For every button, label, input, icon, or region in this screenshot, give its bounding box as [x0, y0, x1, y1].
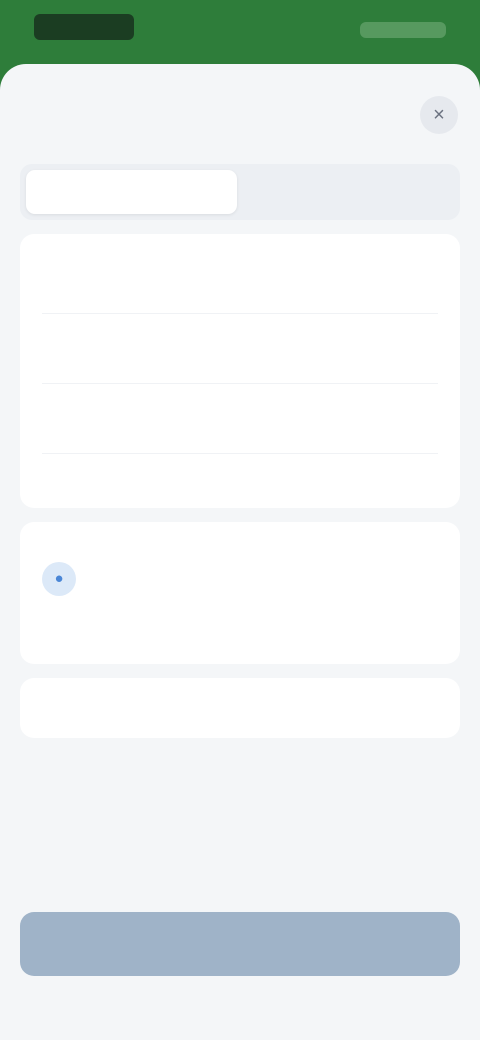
detail-row[interactable] — [42, 384, 438, 454]
footer-row[interactable] — [20, 678, 460, 738]
contacts-card: ● — [20, 522, 460, 664]
sheet-header: × — [0, 64, 480, 164]
contact-item[interactable]: ● — [42, 562, 438, 596]
tab-second[interactable] — [243, 170, 454, 214]
status-indicators — [360, 22, 446, 38]
details-card — [20, 234, 460, 508]
close-button[interactable]: × — [420, 96, 458, 134]
primary-action-button[interactable] — [20, 912, 460, 976]
status-time — [34, 14, 134, 40]
detail-row[interactable] — [42, 244, 438, 314]
bottom-sheet: × ● — [0, 64, 480, 1040]
segmented-tabs — [20, 164, 460, 220]
tab-first[interactable] — [26, 170, 237, 214]
description-block — [42, 454, 438, 476]
detail-row[interactable] — [42, 314, 438, 384]
person-icon: ● — [42, 562, 76, 596]
close-icon: × — [433, 104, 445, 126]
status-bar — [0, 0, 480, 64]
